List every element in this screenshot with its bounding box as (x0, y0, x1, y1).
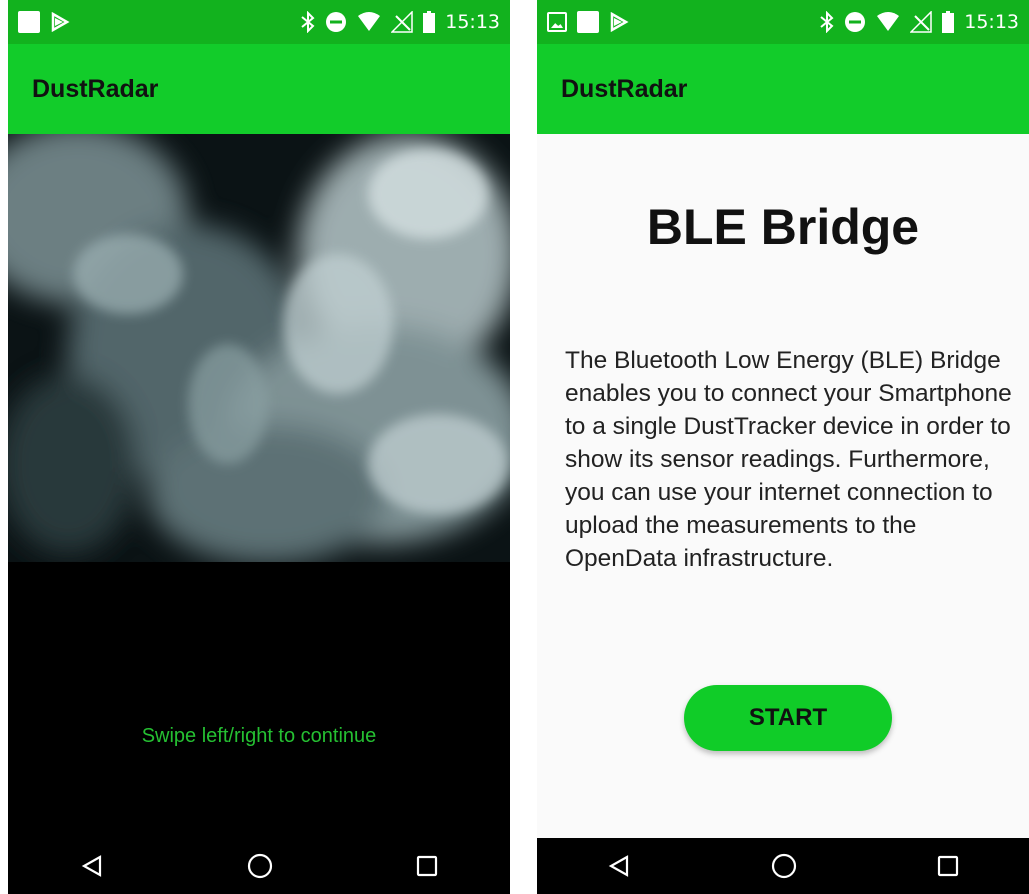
status-bar: 15:13 (8, 0, 510, 44)
app-bar: DustRadar (537, 44, 1029, 134)
home-icon[interactable] (771, 853, 797, 879)
app-title: DustRadar (32, 74, 159, 103)
app-title: DustRadar (561, 74, 688, 103)
square-icon (18, 11, 40, 33)
home-icon[interactable] (247, 853, 273, 879)
play-store-icon (610, 12, 629, 32)
status-bar: 15:13 (537, 0, 1029, 44)
wifi-icon (358, 12, 381, 31)
wifi-icon (877, 12, 900, 31)
square-icon (577, 11, 599, 33)
start-button[interactable]: START (684, 685, 892, 751)
description-text: The Bluetooth Low Energy (BLE) Bridge en… (565, 347, 1012, 572)
no-signal-icon (910, 11, 932, 33)
smoke-image (8, 134, 510, 564)
navigation-bar (537, 838, 1029, 894)
status-time: 15:13 (445, 11, 500, 33)
bluetooth-icon (301, 11, 315, 33)
swipe-hint: Swipe left/right to continue (141, 725, 377, 747)
dnd-icon (845, 12, 866, 32)
play-store-icon (51, 12, 70, 32)
recents-icon[interactable] (937, 855, 959, 877)
left-phone-screen: 15:13 DustRadar Swipe left/right to cont… (8, 0, 510, 894)
battery-icon (942, 11, 955, 33)
image-icon (547, 12, 567, 32)
page-title: BLE Bridge (646, 199, 920, 255)
bluetooth-icon (820, 11, 834, 33)
recents-icon[interactable] (416, 855, 438, 877)
dnd-icon (326, 12, 347, 32)
back-icon[interactable] (607, 854, 631, 878)
navigation-bar (8, 838, 510, 894)
app-bar: DustRadar (8, 44, 510, 134)
right-phone-screen: 15:13 DustRadar BLE Bridge The Bluetooth… (537, 0, 1029, 894)
no-signal-icon (391, 11, 413, 33)
battery-icon (423, 11, 436, 33)
back-icon[interactable] (80, 854, 104, 878)
status-time: 15:13 (964, 11, 1019, 33)
